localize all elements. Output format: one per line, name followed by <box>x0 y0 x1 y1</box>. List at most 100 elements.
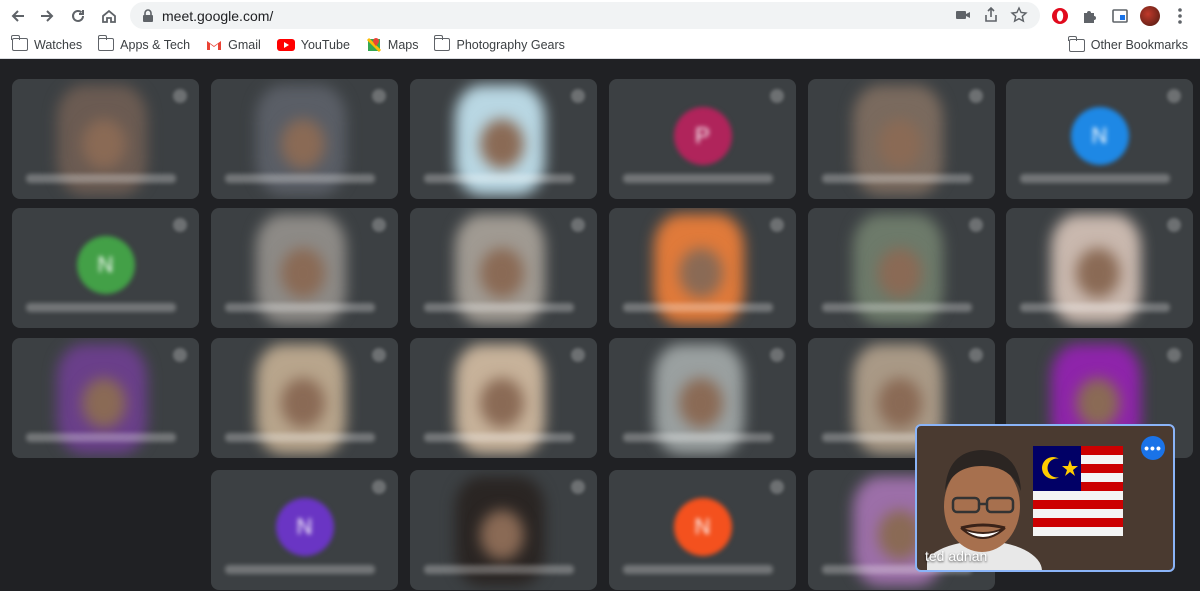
participant-name-blurred <box>822 174 972 183</box>
opera-extension-icon[interactable] <box>1050 6 1070 26</box>
participant-tile[interactable] <box>12 79 199 199</box>
participant-name-blurred <box>26 433 176 442</box>
mic-muted-icon <box>1167 348 1181 362</box>
participant-face-blur <box>480 248 524 298</box>
home-icon[interactable] <box>95 2 123 30</box>
mic-muted-icon <box>571 480 585 494</box>
mic-muted-icon <box>173 348 187 362</box>
bookmarks-bar: Watches Apps & Tech Gmail YouTube Maps P… <box>0 31 1200 59</box>
url-text: meet.google.com/ <box>162 7 274 24</box>
participant-name-blurred <box>26 303 176 312</box>
participant-face-blur <box>878 119 922 169</box>
more-options-button[interactable]: ••• <box>1141 436 1165 460</box>
mic-muted-icon <box>969 348 983 362</box>
self-view-tile[interactable]: ••• ted adnan <box>915 424 1175 572</box>
mic-muted-icon <box>770 89 784 103</box>
kebab-menu-icon[interactable] <box>1170 6 1190 26</box>
folder-icon <box>97 35 115 51</box>
participant-name-blurred <box>623 565 773 574</box>
extensions-puzzle-icon[interactable] <box>1080 6 1100 26</box>
bookmark-photography-gears[interactable]: Photography Gears <box>426 34 572 56</box>
participant-face-blur <box>281 248 325 298</box>
bookmark-apps-tech[interactable]: Apps & Tech <box>90 34 198 56</box>
participant-name-blurred <box>623 174 773 183</box>
participant-tile[interactable]: N <box>211 470 398 590</box>
participant-tile[interactable] <box>410 208 597 328</box>
mic-muted-icon <box>571 89 585 103</box>
bookmark-watches[interactable]: Watches <box>4 34 90 56</box>
participant-name-blurred <box>26 174 176 183</box>
maps-icon <box>366 37 381 52</box>
participant-tile[interactable] <box>410 470 597 590</box>
bookmark-maps[interactable]: Maps <box>358 34 427 56</box>
participant-tile[interactable] <box>609 208 796 328</box>
participant-face-blur <box>878 248 922 298</box>
participant-tile[interactable] <box>12 338 199 458</box>
youtube-icon <box>276 38 295 51</box>
participant-avatar-initial: N <box>76 236 135 294</box>
camera-icon[interactable] <box>954 6 972 24</box>
mic-muted-icon <box>770 218 784 232</box>
mic-muted-icon <box>571 348 585 362</box>
participant-face-blur <box>679 248 723 298</box>
lock-icon <box>143 8 153 22</box>
bookmark-label: Photography Gears <box>456 37 565 52</box>
folder-icon <box>11 35 28 51</box>
mic-muted-icon <box>969 89 983 103</box>
mic-muted-icon <box>173 89 187 103</box>
bookmark-other[interactable]: Other Bookmarks <box>1061 34 1196 56</box>
self-view-name: ted adnan <box>925 548 988 564</box>
participant-tile[interactable] <box>410 79 597 199</box>
bookmark-label: Maps <box>387 37 419 52</box>
mic-muted-icon <box>1167 218 1181 232</box>
participant-tile[interactable] <box>211 208 398 328</box>
participant-name-blurred <box>424 433 574 442</box>
folder-icon <box>1068 35 1085 52</box>
participant-tile[interactable] <box>808 208 995 328</box>
participant-tile[interactable]: N <box>609 470 796 590</box>
participant-face-blur <box>480 378 524 428</box>
mic-muted-icon <box>571 218 585 232</box>
screen-extension-icon[interactable] <box>1110 6 1130 26</box>
bookmark-star-icon[interactable] <box>1010 6 1028 24</box>
address-bar[interactable]: meet.google.com/ <box>130 2 1040 29</box>
mic-muted-icon <box>1167 89 1181 103</box>
back-arrow-icon[interactable] <box>4 2 32 30</box>
participant-face-blur <box>281 378 325 428</box>
participant-tile[interactable] <box>808 79 995 199</box>
share-icon[interactable] <box>982 6 1000 24</box>
participant-face-blur <box>480 510 524 560</box>
profile-avatar[interactable] <box>1140 5 1160 26</box>
participant-avatar-initial: N <box>275 498 334 556</box>
participant-face-blur <box>878 378 922 428</box>
participant-tile[interactable] <box>1006 208 1193 328</box>
reload-icon[interactable] <box>64 2 92 30</box>
participant-tile[interactable]: N <box>12 208 199 328</box>
participant-name-blurred <box>1020 174 1170 183</box>
bookmark-youtube[interactable]: YouTube <box>269 34 358 56</box>
bookmark-label: Apps & Tech <box>120 37 191 52</box>
participant-tile[interactable] <box>211 338 398 458</box>
participant-name-blurred <box>822 303 972 312</box>
folder-icon <box>433 35 451 51</box>
participant-tile[interactable]: N <box>1006 79 1193 199</box>
participant-face-blur <box>281 119 325 169</box>
participant-face-blur <box>480 119 524 169</box>
bookmark-gmail[interactable]: Gmail <box>198 34 269 56</box>
mic-muted-icon <box>372 218 386 232</box>
participant-tile[interactable] <box>609 338 796 458</box>
participant-name-blurred <box>424 174 574 183</box>
participant-tile[interactable]: P <box>609 79 796 199</box>
forward-arrow-icon[interactable] <box>33 2 61 30</box>
participant-tile[interactable] <box>211 79 398 199</box>
participant-name-blurred <box>623 433 773 442</box>
mic-muted-icon <box>770 348 784 362</box>
mic-muted-icon <box>173 218 187 232</box>
mic-muted-icon <box>372 348 386 362</box>
participant-name-blurred <box>424 303 574 312</box>
participant-avatar-initial: N <box>1070 107 1129 165</box>
participant-face-blur <box>679 378 723 428</box>
participant-tile[interactable] <box>410 338 597 458</box>
participant-name-blurred <box>1020 303 1170 312</box>
bookmark-label: YouTube <box>300 37 350 52</box>
